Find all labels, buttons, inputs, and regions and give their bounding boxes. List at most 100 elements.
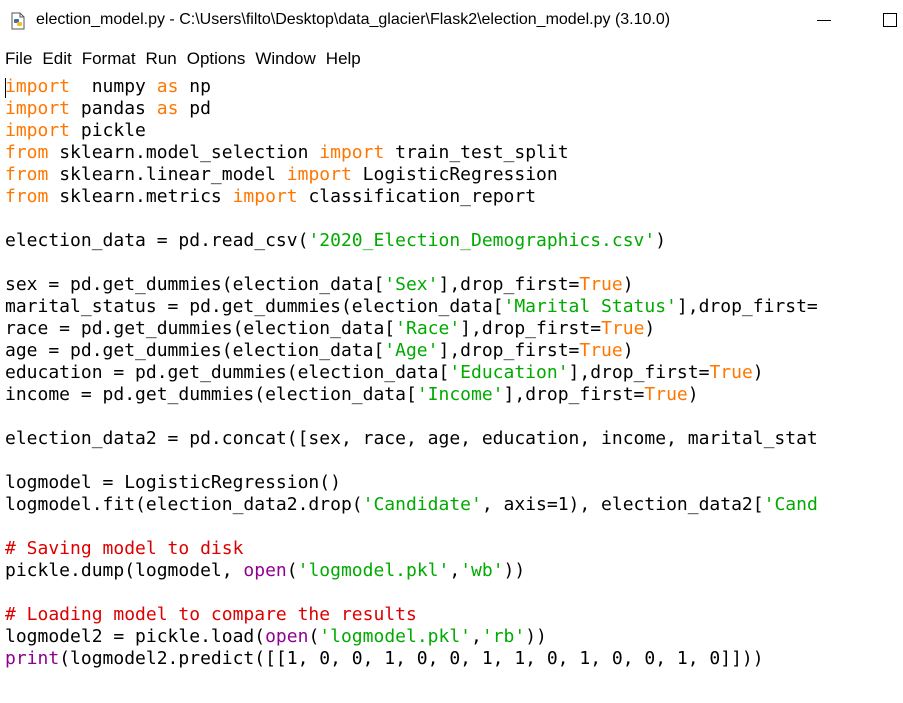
code-token: True [579,274,623,295]
code-token: race = pd.get_dummies(election_data[ [5,318,396,339]
code-token: 'Education' [449,362,569,383]
code-token: # Loading model to compare the results [5,604,417,625]
code-token: logmodel = LogisticRegression() [5,472,341,493]
code-token: 'Marital Status' [503,296,677,317]
maximize-button[interactable] [872,0,903,42]
code-token: from [5,164,49,185]
code-line: pickle.dump(logmodel, open('logmodel.pkl… [5,560,903,582]
code-token: 'Candidate' [362,494,482,515]
code-token: pickle [70,120,146,141]
code-line: age = pd.get_dummies(election_data['Age'… [5,340,903,362]
minimize-button[interactable] [803,0,843,42]
code-token: open [243,560,287,581]
code-line: # Loading model to compare the results [5,604,903,626]
code-token: 'logmodel.pkl' [319,626,472,647]
code-token: ( [286,560,298,581]
code-token: True [644,384,688,405]
code-line: education = pd.get_dummies(election_data… [5,362,903,384]
maximize-icon [883,13,897,27]
code-token: )) [525,626,547,647]
code-token: as [156,76,179,97]
code-token: ],drop_first= [503,384,645,405]
code-token: logmodel2 = pickle.load( [5,626,266,647]
code-line: from sklearn.linear_model import Logisti… [5,164,903,186]
code-line: race = pd.get_dummies(election_data['Rac… [5,318,903,340]
menu-window[interactable]: Window [250,47,320,71]
code-token: 'Sex' [384,274,439,295]
code-line: # Saving model to disk [5,538,903,560]
code-token: import [5,76,71,97]
code-token: pd [178,98,211,119]
menu-edit[interactable]: Edit [37,47,76,71]
code-line: logmodel.fit(election_data2.drop('Candid… [5,494,903,516]
code-token: 'Cand [763,494,818,515]
code-token: 'rb' [481,626,526,647]
code-token: marital_status = pd.get_dummies(election… [5,296,504,317]
menu-format[interactable]: Format [77,47,141,71]
code-token: import [319,142,385,163]
code-token: as [156,98,179,119]
code-line: from sklearn.model_selection import trai… [5,142,903,164]
code-line: import numpy as np [5,76,903,98]
code-token: ],drop_first= [438,274,580,295]
code-token: 'Income' [416,384,504,405]
code-editor[interactable]: import numpy as np import pandas as pd imp… [0,76,903,703]
code-token: , [449,560,461,581]
code-token: import [5,120,71,141]
code-token: 'Age' [384,340,439,361]
code-token: True [709,362,753,383]
code-token: ) [752,362,764,383]
code-token: print [5,648,60,669]
code-token: 'logmodel.pkl' [297,560,450,581]
code-token: np [178,76,211,97]
code-token: sex = pd.get_dummies(election_data[ [5,274,385,295]
menu-file[interactable]: File [0,47,37,71]
code-line: income = pd.get_dummies(election_data['I… [5,384,903,406]
code-token: 'Race' [395,318,461,339]
code-token: classification_report [297,186,537,207]
code-line: logmodel2 = pickle.load(open('logmodel.p… [5,626,903,648]
code-token: )) [503,560,526,581]
code-token: ],drop_first= [676,296,818,317]
code-token: election_data = pd.read_csv( [5,230,309,251]
code-token: education = pd.get_dummies(election_data… [5,362,450,383]
menu-bar: File Edit Format Run Options Window Help [0,47,366,71]
text-cursor [5,78,6,98]
code-line: import pickle [5,120,903,142]
code-token: ],drop_first= [460,318,602,339]
menu-run[interactable]: Run [141,47,182,71]
code-token: sklearn.metrics [48,186,233,207]
code-line: print(logmodel2.predict([[1, 0, 0, 1, 0,… [5,648,903,670]
code-token: ) [644,318,656,339]
code-token: train_test_split [384,142,569,163]
code-token: ],drop_first= [438,340,580,361]
code-line: election_data = pd.read_csv('2020_Electi… [5,230,903,252]
code-token: import [286,164,352,185]
code-line: election_data2 = pd.concat([sex, race, a… [5,428,903,450]
menu-options[interactable]: Options [182,47,251,71]
code-line: marital_status = pd.get_dummies(election… [5,296,903,318]
code-token: (logmodel2.predict([[1, 0, 0, 1, 0, 0, 1… [59,648,764,669]
menu-help[interactable]: Help [321,47,366,71]
code-token: pandas [70,98,157,119]
code-token: logmodel.fit(election_data2.drop( [5,494,363,515]
code-token: election_data2 = pd.concat([sex, race, a… [5,428,818,449]
code-token: , [471,626,482,647]
code-token: import [5,98,71,119]
minimize-icon [817,20,831,21]
code-token: ) [622,340,634,361]
title-bar: election_model.py - C:\Users\filto\Deskt… [0,0,903,42]
code-line: import pandas as pd [5,98,903,120]
code-token: ( [308,626,320,647]
code-line: from sklearn.metrics import classificati… [5,186,903,208]
code-token: sklearn.linear_model [48,164,287,185]
code-token: sklearn.model_selection [48,142,320,163]
code-text: import numpy as np import pandas as pd imp… [0,76,903,670]
code-line: sex = pd.get_dummies(election_data['Sex'… [5,274,903,296]
code-token: from [5,186,49,207]
code-token: age = pd.get_dummies(election_data[ [5,340,385,361]
